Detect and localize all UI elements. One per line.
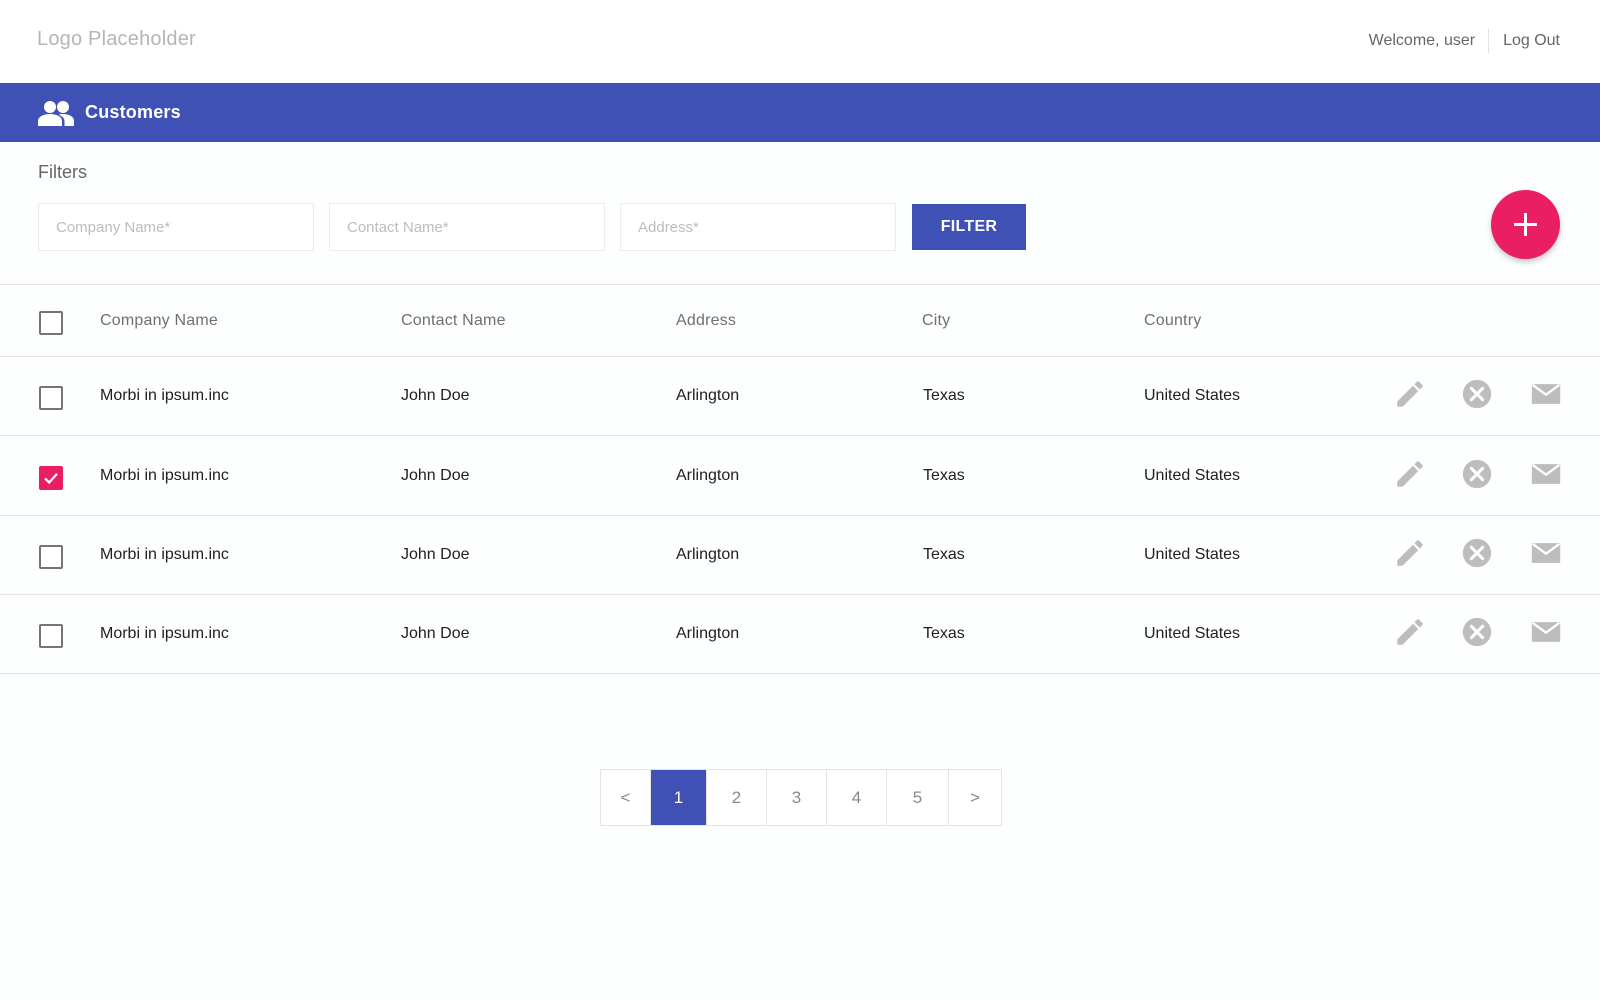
- country-cell: United States: [1144, 387, 1241, 404]
- mail-icon[interactable]: [1529, 377, 1563, 411]
- close-circle-icon[interactable]: [1460, 615, 1494, 649]
- company-name-cell: Morbi in ipsum.inc: [100, 625, 229, 642]
- filter-button[interactable]: FILTER: [912, 204, 1026, 250]
- page-title-bar: Customers: [0, 83, 1600, 142]
- filters-label: Filters: [38, 162, 87, 182]
- mail-icon[interactable]: [1529, 615, 1563, 649]
- close-circle-icon[interactable]: [1460, 536, 1494, 570]
- table-row: Morbi in ipsum.inc John Doe Arlington Texas…: [0, 594, 1600, 674]
- city-cell: Texas: [923, 387, 965, 404]
- table-header: Company Name Contact Name Address City C…: [0, 285, 1600, 356]
- address-cell: Arlington: [676, 387, 740, 404]
- page-title: Customers: [85, 102, 181, 122]
- table-row: Morbi in ipsum.inc John Doe Arlington Texas…: [0, 356, 1600, 436]
- pencil-icon[interactable]: [1393, 536, 1427, 570]
- row-checkbox[interactable]: [39, 624, 63, 648]
- row-checkbox[interactable]: [39, 545, 63, 569]
- column-header-company[interactable]: Company Name: [100, 312, 218, 330]
- country-cell: United States: [1144, 625, 1241, 642]
- company-name-field[interactable]: [38, 203, 314, 251]
- row-checkbox[interactable]: [39, 466, 63, 490]
- people-icon: [38, 101, 74, 126]
- close-circle-icon[interactable]: [1460, 457, 1494, 491]
- page-2-button[interactable]: 2: [707, 770, 767, 825]
- pencil-icon[interactable]: [1393, 615, 1427, 649]
- top-header: Logo Placeholder Welcome, user Log Out: [0, 0, 1600, 83]
- country-cell: United States: [1144, 546, 1241, 563]
- select-all-checkbox[interactable]: [39, 311, 63, 335]
- city-cell: Texas: [923, 546, 965, 563]
- company-name-cell: Morbi in ipsum.inc: [100, 387, 229, 404]
- pencil-icon[interactable]: [1393, 377, 1427, 411]
- contact-name-cell: John Doe: [401, 467, 470, 484]
- logo: Logo Placeholder: [37, 28, 196, 50]
- address-cell: Arlington: [676, 467, 740, 484]
- row-checkbox[interactable]: [39, 386, 63, 410]
- contact-name-cell: John Doe: [401, 387, 470, 404]
- pagination: < 1 2 3 4 5 >: [600, 769, 1002, 826]
- contact-name-cell: John Doe: [401, 546, 470, 563]
- page-3-button[interactable]: 3: [767, 770, 827, 825]
- logout-link[interactable]: Log Out: [1489, 29, 1560, 53]
- divider: [0, 673, 1600, 674]
- city-cell: Texas: [923, 467, 965, 484]
- check-icon: [44, 473, 58, 485]
- contact-name-field[interactable]: [329, 203, 605, 251]
- page-1-button[interactable]: 1: [651, 770, 707, 825]
- table-row: Morbi in ipsum.inc John Doe Arlington Texas…: [0, 436, 1600, 516]
- address-cell: Arlington: [676, 625, 740, 642]
- page-4-button[interactable]: 4: [827, 770, 887, 825]
- user-menu: Welcome, user Log Out: [1369, 29, 1560, 53]
- mail-icon[interactable]: [1529, 457, 1563, 491]
- country-cell: United States: [1144, 467, 1241, 484]
- address-field[interactable]: [620, 203, 896, 251]
- welcome-text: Welcome, user: [1369, 29, 1490, 53]
- address-cell: Arlington: [676, 546, 740, 563]
- table-row: Morbi in ipsum.inc John Doe Arlington Texas…: [0, 515, 1600, 595]
- column-header-country[interactable]: Country: [1144, 312, 1201, 330]
- add-customer-button[interactable]: [1491, 190, 1560, 259]
- city-cell: Texas: [923, 625, 965, 642]
- mail-icon[interactable]: [1529, 536, 1563, 570]
- company-name-cell: Morbi in ipsum.inc: [100, 467, 229, 484]
- prev-page-button[interactable]: <: [601, 770, 651, 825]
- next-page-button[interactable]: >: [949, 770, 1001, 825]
- page-5-button[interactable]: 5: [887, 770, 949, 825]
- close-circle-icon[interactable]: [1460, 377, 1494, 411]
- company-name-cell: Morbi in ipsum.inc: [100, 546, 229, 563]
- column-header-contact[interactable]: Contact Name: [401, 312, 506, 330]
- column-header-address[interactable]: Address: [676, 312, 736, 330]
- pencil-icon[interactable]: [1393, 457, 1427, 491]
- column-header-city[interactable]: City: [922, 312, 950, 330]
- contact-name-cell: John Doe: [401, 625, 470, 642]
